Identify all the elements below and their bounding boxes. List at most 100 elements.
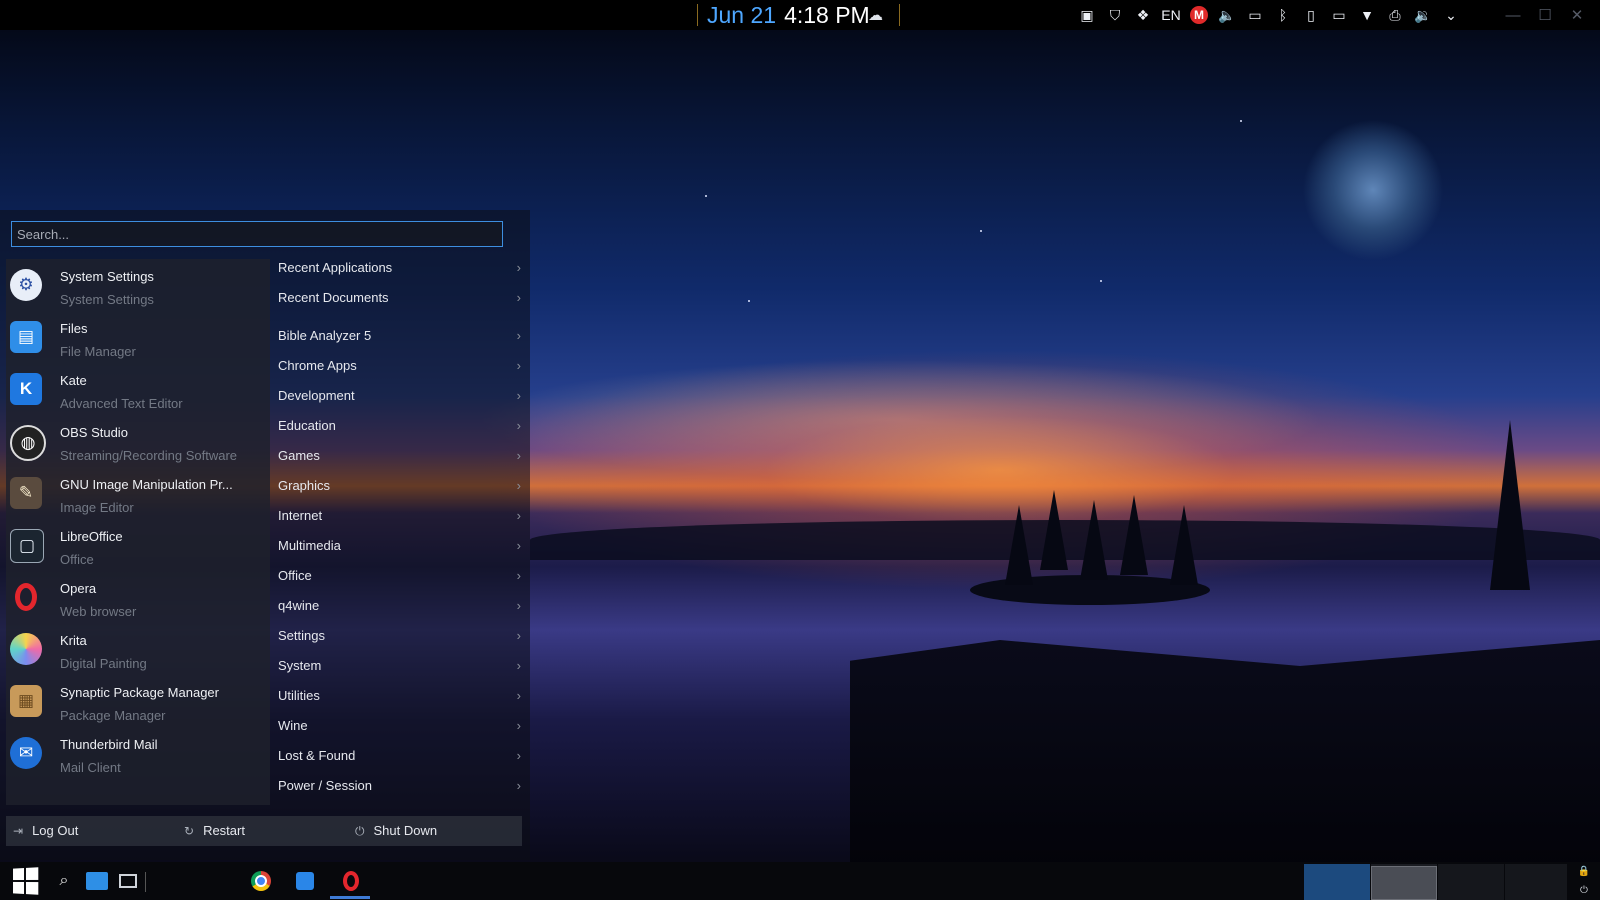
- printer-icon[interactable]: ⎙: [1386, 6, 1404, 24]
- tree: [1490, 420, 1530, 590]
- mega-icon[interactable]: M: [1190, 6, 1208, 24]
- chevron-right-icon: ›: [516, 628, 521, 643]
- favorite-gimp[interactable]: ✎ GNU Image Manipulation Pr... Image Edi…: [6, 467, 270, 519]
- category-office[interactable]: Office ›: [278, 562, 523, 590]
- desktop-1[interactable]: [1304, 864, 1370, 900]
- category-development[interactable]: Development ›: [278, 382, 523, 410]
- maximize-icon[interactable]: ☐: [1536, 6, 1554, 24]
- restart-button[interactable]: ↻ Restart: [184, 816, 245, 846]
- favorite-obs[interactable]: ◍ OBS Studio Streaming/Recording Softwar…: [6, 415, 270, 467]
- tree: [1170, 505, 1198, 585]
- category-system[interactable]: System ›: [278, 652, 523, 680]
- category-bible-analyzer[interactable]: Bible Analyzer 5 ›: [278, 322, 523, 350]
- restart-icon: ↻: [184, 824, 195, 838]
- obs-icon: ◍: [10, 425, 46, 461]
- shield-icon[interactable]: ⛉: [1106, 6, 1124, 24]
- volume-icon[interactable]: 🔈: [1218, 6, 1236, 24]
- clock[interactable]: Jun 21 4:18 PM: [707, 0, 870, 30]
- category-games[interactable]: Games ›: [278, 442, 523, 470]
- wifi-icon[interactable]: ▼: [1358, 6, 1376, 24]
- favorite-synaptic[interactable]: ▦ Synaptic Package Manager Package Manag…: [6, 675, 270, 727]
- favorite-description: Package Manager: [60, 708, 166, 723]
- settings-gear-icon: ⚙: [10, 269, 42, 301]
- category-lost-and-found[interactable]: Lost & Found ›: [278, 742, 523, 770]
- category-power-session[interactable]: Power / Session ›: [278, 772, 523, 800]
- category-label: Power / Session: [278, 778, 372, 793]
- favorite-description: Web browser: [60, 604, 137, 619]
- favorite-name: GNU Image Manipulation Pr...: [60, 477, 233, 492]
- category-label: Settings: [278, 628, 325, 643]
- power-icon[interactable]: ⏻: [1574, 881, 1594, 900]
- cloud-snow-icon[interactable]: ☁: [868, 6, 883, 24]
- tree: [1080, 500, 1108, 580]
- opera-icon[interactable]: [338, 862, 364, 900]
- kate-icon[interactable]: [292, 862, 318, 900]
- chevron-right-icon: ›: [516, 358, 521, 373]
- category-q4wine[interactable]: q4wine ›: [278, 592, 523, 620]
- display-icon[interactable]: ▭: [1330, 6, 1348, 24]
- chevron-right-icon: ›: [516, 538, 521, 553]
- category-education[interactable]: Education ›: [278, 412, 523, 440]
- favorite-name: Krita: [60, 633, 87, 648]
- chrome-icon[interactable]: [248, 862, 274, 900]
- category-utilities[interactable]: Utilities ›: [278, 682, 523, 710]
- favorite-kate[interactable]: K Kate Advanced Text Editor: [6, 363, 270, 415]
- favorite-libreoffice[interactable]: ▢ LibreOffice Office: [6, 519, 270, 571]
- clock-separator: [697, 4, 698, 26]
- dropbox-icon[interactable]: ❖: [1134, 6, 1152, 24]
- start-button[interactable]: [8, 862, 42, 900]
- favorite-thunderbird[interactable]: ✉ Thunderbird Mail Mail Client: [6, 727, 270, 779]
- category-label: Development: [278, 388, 355, 403]
- category-settings[interactable]: Settings ›: [278, 622, 523, 650]
- favorite-system-settings[interactable]: ⚙ System Settings System Settings: [6, 259, 270, 311]
- category-graphics[interactable]: Graphics ›: [278, 472, 523, 500]
- category-internet[interactable]: Internet ›: [278, 502, 523, 530]
- file-manager-icon[interactable]: [84, 862, 110, 900]
- usb-icon[interactable]: ▯: [1302, 6, 1320, 24]
- search-icon[interactable]: ⌕: [52, 862, 76, 900]
- volume-icon[interactable]: 🔉: [1414, 6, 1432, 24]
- category-label: Graphics: [278, 478, 331, 493]
- close-icon[interactable]: ✕: [1568, 6, 1586, 24]
- lock-icon[interactable]: 🔒: [1574, 862, 1594, 881]
- desktop-3[interactable]: [1438, 864, 1504, 900]
- minimize-icon[interactable]: —: [1504, 7, 1522, 24]
- desktop-4[interactable]: [1505, 864, 1567, 900]
- favorite-description: File Manager: [60, 344, 136, 359]
- task-view-icon[interactable]: [116, 862, 140, 900]
- battery-icon[interactable]: ▭: [1246, 6, 1264, 24]
- search-input[interactable]: [12, 222, 502, 246]
- shutdown-button[interactable]: ⏻ Shut Down: [355, 816, 437, 846]
- category-chrome-apps[interactable]: Chrome Apps ›: [278, 352, 523, 380]
- category-label: Multimedia: [278, 538, 341, 553]
- category-label: q4wine: [278, 598, 320, 613]
- favorite-description: Office: [60, 552, 94, 567]
- opera-icon: [10, 581, 42, 613]
- bluetooth-icon[interactable]: ᛒ: [1274, 6, 1292, 24]
- chevron-down-icon[interactable]: ⌄: [1442, 6, 1460, 24]
- category-label: Recent Applications: [278, 260, 393, 275]
- package-icon: ▦: [10, 685, 42, 717]
- chevron-right-icon: ›: [516, 388, 521, 403]
- category-label: Utilities: [278, 688, 320, 703]
- favorite-files[interactable]: ▤ Files File Manager: [6, 311, 270, 363]
- search-field[interactable]: [11, 221, 503, 247]
- category-wine[interactable]: Wine ›: [278, 712, 523, 740]
- category-label: Games: [278, 448, 320, 463]
- chevron-right-icon: ›: [516, 778, 521, 793]
- desktop-2[interactable]: [1371, 864, 1437, 900]
- category-recent-applications[interactable]: Recent Applications ›: [278, 254, 523, 282]
- favorite-name: Thunderbird Mail: [60, 737, 158, 752]
- category-multimedia[interactable]: Multimedia ›: [278, 532, 523, 560]
- category-label: Internet: [278, 508, 323, 523]
- favorite-name: LibreOffice: [60, 529, 123, 544]
- chat-icon[interactable]: ▣: [1078, 6, 1096, 24]
- chevron-right-icon: ›: [516, 508, 521, 523]
- favorite-opera[interactable]: Opera Web browser: [6, 571, 270, 623]
- top-panel: Jun 21 4:18 PM ☁ ▣ ⛉ ❖ EN M 🔈 ▭ ᛒ ▯ ▭ ▼ …: [0, 0, 1600, 30]
- logout-button[interactable]: ⇥ Log Out: [13, 816, 78, 846]
- category-recent-documents[interactable]: Recent Documents ›: [278, 284, 523, 312]
- language-indicator[interactable]: EN: [1161, 6, 1180, 24]
- chevron-right-icon: ›: [516, 290, 521, 305]
- favorite-krita[interactable]: Krita Digital Painting: [6, 623, 270, 675]
